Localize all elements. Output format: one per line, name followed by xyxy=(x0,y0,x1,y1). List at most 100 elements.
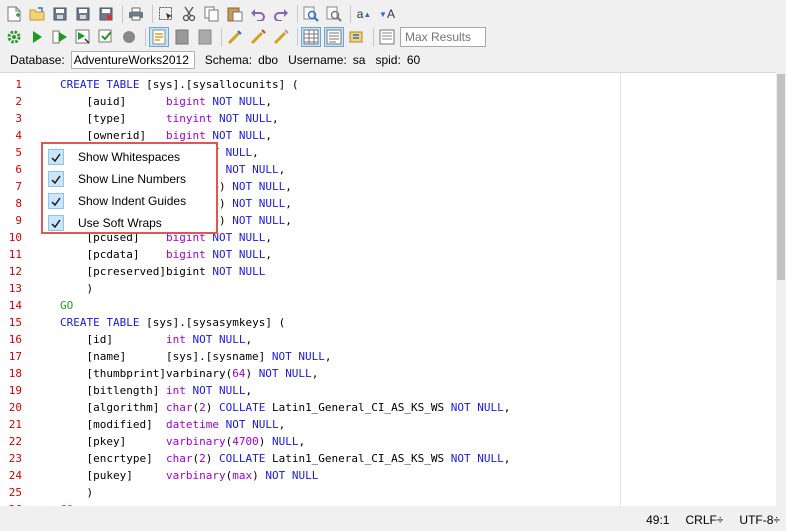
format-sql-icon[interactable] xyxy=(225,27,245,47)
menu-item-show-whitespaces[interactable]: Show Whitespaces xyxy=(45,146,214,168)
line-number: 2 xyxy=(15,95,22,108)
code-line: [name] [sys].[sysname] NOT NULL, xyxy=(60,350,332,363)
line-number: 4 xyxy=(15,129,22,142)
line-number: 5 xyxy=(15,146,22,159)
line-number: 6 xyxy=(15,163,22,176)
line-number: 7 xyxy=(15,180,22,193)
database-select[interactable]: AdventureWorks2012 xyxy=(70,50,195,69)
code-line: CREATE TABLE [sys].[sysallocunits] ( xyxy=(60,78,299,91)
find-icon[interactable] xyxy=(301,4,321,24)
redo-icon[interactable] xyxy=(271,4,291,24)
paste-icon[interactable] xyxy=(225,4,245,24)
font-decrease-icon[interactable]: ▼ A xyxy=(377,4,397,24)
font-increase-icon[interactable]: a ▲ xyxy=(354,4,374,24)
new-file-icon[interactable] xyxy=(4,4,24,24)
database-label: Database: xyxy=(10,52,65,67)
checkmark-icon xyxy=(48,171,64,187)
save-as-icon[interactable] xyxy=(96,4,116,24)
editor-options-icon[interactable] xyxy=(149,27,169,47)
run-icon[interactable] xyxy=(27,27,47,47)
editor-options-menu: Show Whitespaces Show Line Numbers Show … xyxy=(41,142,218,234)
query-toolbar xyxy=(0,25,786,49)
snippet-icon[interactable] xyxy=(347,27,367,47)
font-increase-label: a xyxy=(356,7,364,21)
line-number: 25 xyxy=(8,486,22,499)
replace-icon[interactable] xyxy=(324,4,344,24)
copy-icon[interactable] xyxy=(202,4,222,24)
line-number: 1 xyxy=(15,78,22,91)
menu-item-use-soft-wraps[interactable]: Use Soft Wraps xyxy=(45,212,214,234)
settings-gear-icon[interactable] xyxy=(4,27,24,47)
line-number: 11 xyxy=(8,248,22,261)
save-icon[interactable] xyxy=(50,4,70,24)
text-view-icon[interactable] xyxy=(324,27,344,47)
font-decrease-label: A xyxy=(386,7,395,21)
line-number: 3 xyxy=(15,112,22,125)
results-grid-icon[interactable] xyxy=(172,27,192,47)
line-number: 18 xyxy=(8,367,22,380)
code-line: [type] tinyint NOT NULL, xyxy=(60,112,279,125)
encoding-selector[interactable]: UTF-8÷ xyxy=(739,513,780,527)
database-value: AdventureWorks2012 xyxy=(73,52,189,67)
select-all-icon[interactable] xyxy=(156,4,176,24)
vertical-scrollbar-thumb[interactable] xyxy=(777,74,785,280)
line-number: 16 xyxy=(8,333,22,346)
line-number: 10 xyxy=(8,231,22,244)
line-number: 8 xyxy=(15,197,22,210)
spid-value: 60 xyxy=(406,52,421,67)
code-line: GO xyxy=(60,501,73,506)
comment-icon[interactable] xyxy=(248,27,268,47)
code-line: [thumbprint]varbinary(64) NOT NULL, xyxy=(60,367,319,380)
schema-value: dbo xyxy=(258,52,279,67)
right-margin-guide xyxy=(620,73,621,506)
grid-view-icon[interactable] xyxy=(301,27,321,47)
history-icon[interactable] xyxy=(377,27,397,47)
code-line: [id] int NOT NULL, xyxy=(60,333,253,346)
line-number-gutter: 1 2 3 4 5 6 7 8 9 10 11 12 13 14 15 16 17 18 19 20 21 22 23 24 2… xyxy=(0,73,36,506)
main-toolbar: a ▲ ▼ A xyxy=(0,2,786,26)
code-line: [modified] datetime NOT NULL, xyxy=(60,418,286,431)
line-number: 12 xyxy=(8,265,22,278)
export-icon[interactable] xyxy=(73,27,93,47)
line-number: 14 xyxy=(8,299,22,312)
uncomment-icon[interactable] xyxy=(271,27,291,47)
checkmark-icon xyxy=(48,193,64,209)
menu-item-label: Show Indent Guides xyxy=(78,194,187,208)
line-ending-selector[interactable]: CRLF÷ xyxy=(685,513,723,527)
stop-icon[interactable] xyxy=(119,27,139,47)
status-bar: 49:1 CRLF÷ UTF-8÷ xyxy=(0,509,786,531)
code-line: CREATE TABLE [sys].[sysasymkeys] ( xyxy=(60,316,286,329)
parse-icon[interactable] xyxy=(96,27,116,47)
line-number: 19 xyxy=(8,384,22,397)
line-number: 22 xyxy=(8,435,22,448)
checkmark-icon xyxy=(48,215,64,231)
cursor-position: 49:1 xyxy=(646,513,670,527)
run-selection-icon[interactable] xyxy=(50,27,70,47)
checkmark-icon xyxy=(48,149,64,165)
code-line: [pukey] varbinary(max) NOT NULL xyxy=(60,469,319,482)
menu-item-show-line-numbers[interactable]: Show Line Numbers xyxy=(45,168,214,190)
print-icon[interactable] xyxy=(126,4,146,24)
code-line: [pcdata] bigint NOT NULL, xyxy=(60,248,272,261)
line-number: 23 xyxy=(8,452,22,465)
menu-item-show-indent-guides[interactable]: Show Indent Guides xyxy=(45,190,214,212)
save-all-icon[interactable] xyxy=(73,4,93,24)
code-line: [bitlength] int NOT NULL, xyxy=(60,384,253,397)
line-number: 26 xyxy=(0,501,22,506)
line-number: 21 xyxy=(8,418,22,431)
line-number: 20 xyxy=(8,401,22,414)
results-text-icon[interactable] xyxy=(195,27,215,47)
menu-item-label: Use Soft Wraps xyxy=(78,216,162,230)
open-folder-icon[interactable] xyxy=(27,4,47,24)
line-number: 9 xyxy=(15,214,22,227)
vertical-scrollbar[interactable] xyxy=(776,72,786,506)
undo-icon[interactable] xyxy=(248,4,268,24)
username-label: Username: xyxy=(288,52,347,67)
code-line: [encrtype] char(2) COLLATE Latin1_Genera… xyxy=(60,452,511,465)
spid-label: spid: xyxy=(375,52,401,67)
line-number: 24 xyxy=(8,469,22,482)
sql-editor[interactable]: 1 2 3 4 5 6 7 8 9 10 11 12 13 14 15 16 17 18 19 20 21 22 23 24 2… xyxy=(0,72,776,506)
cut-icon[interactable] xyxy=(179,4,199,24)
schema-label: Schema: xyxy=(204,52,253,67)
max-results-input[interactable] xyxy=(400,27,486,47)
